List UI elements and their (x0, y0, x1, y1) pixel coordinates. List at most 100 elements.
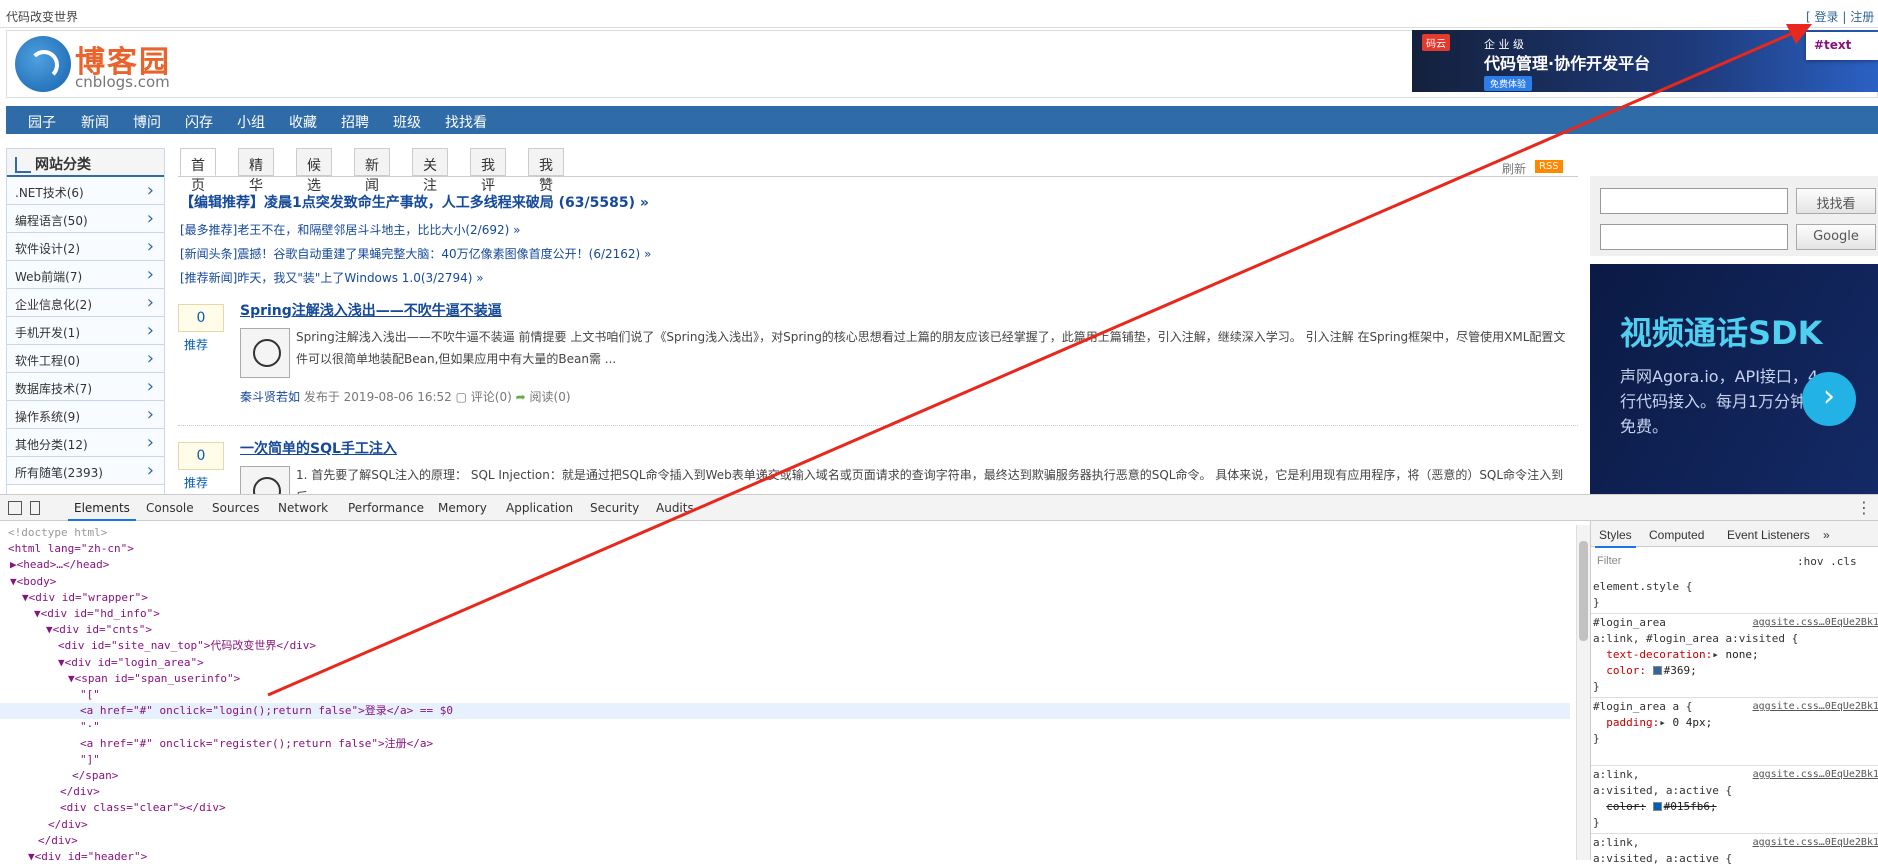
nav-fav[interactable]: 收藏 (289, 112, 317, 132)
rule-source-link[interactable]: aggsite.css…0EqUe2Bk1 (1753, 615, 1878, 631)
google-search-input[interactable] (1600, 224, 1788, 250)
sidebar-item[interactable]: 软件设计(2) (7, 233, 164, 261)
nav-yuanzi[interactable]: 园子 (28, 112, 56, 132)
site-search-input[interactable] (1600, 188, 1788, 214)
post-title[interactable]: Spring注解浅入浅出——不吹牛逼不装逼 (240, 300, 502, 320)
tab-elements[interactable]: Elements (68, 501, 136, 521)
nav-class[interactable]: 班级 (393, 112, 421, 132)
rule-source-link[interactable]: aggsite.css…0EqUe2Bk1 (1753, 767, 1878, 783)
sidebar-item[interactable]: Web前端(7) (7, 261, 164, 289)
tab-security[interactable]: Security (590, 501, 639, 515)
dom-node-selected[interactable]: <a href="#" onclick="login();return fals… (0, 703, 1570, 720)
nav-ask[interactable]: 博问 (133, 112, 161, 132)
more-options-icon[interactable]: ⋮ (1856, 498, 1872, 517)
device-toolbar-icon[interactable] (30, 501, 40, 515)
post-comments[interactable]: 评论(0) (471, 390, 512, 404)
author-avatar[interactable] (240, 328, 290, 378)
more-tabs-icon[interactable]: » (1823, 528, 1830, 542)
dom-node[interactable]: ▶<head>…</head> (0, 557, 109, 573)
sidebar-item[interactable]: .NET技术(6) (7, 177, 164, 205)
nav-ing[interactable]: 闪存 (185, 112, 213, 132)
tab-network[interactable]: Network (278, 501, 328, 515)
expand-icon[interactable]: ▸ (1712, 648, 1719, 661)
dom-node[interactable]: "]" (0, 752, 100, 768)
post-author[interactable]: 秦斗贤若如 (240, 390, 300, 404)
sidebar-item[interactable]: 操作系统(9) (7, 401, 164, 429)
recommend-button[interactable]: 推荐 (184, 474, 208, 491)
rss-icon[interactable]: RSS (1535, 160, 1563, 173)
dom-node[interactable]: <a href="#" onclick="register();return f… (0, 736, 433, 752)
ad-button[interactable]: 免费体验 (1484, 76, 1533, 91)
sidebar-ad[interactable]: 视频通话SDK 声网Agora.io，API接口，4行代码接入。每月1万分钟免费… (1590, 264, 1878, 494)
css-value[interactable]: #015fb6; (1664, 800, 1717, 813)
digg-count[interactable]: 0 (178, 304, 224, 332)
nav-group[interactable]: 小组 (237, 112, 265, 132)
tab-home[interactable]: 首页 (180, 148, 216, 194)
digg-count[interactable]: 0 (178, 442, 224, 470)
google-search-button[interactable]: Google (1796, 224, 1876, 250)
tab-my-likes[interactable]: 我赞 (528, 148, 564, 194)
inspect-icon[interactable] (8, 501, 22, 515)
tab-event-listeners[interactable]: Event Listeners (1727, 528, 1810, 542)
css-property[interactable]: text-decoration: (1606, 648, 1712, 661)
nav-search[interactable]: 找找看 (445, 112, 487, 132)
arrow-right-icon[interactable]: › (1802, 372, 1856, 426)
site-search-button[interactable]: 找找看 (1796, 188, 1876, 214)
sidebar-item[interactable]: 其他分类(12) (7, 429, 164, 457)
rule-source-link[interactable]: aggsite.css…0EqUe2Bk1 (1753, 699, 1878, 715)
tab-sources[interactable]: Sources (212, 501, 259, 515)
tab-follow[interactable]: 关注 (412, 148, 448, 194)
news-link[interactable]: [新闻头条]震撼！谷歌自动重建了果蝇完整大脑：40万亿像素图像首度公开！(6/2… (180, 245, 651, 262)
register-link[interactable]: 注册 (1850, 10, 1874, 24)
dom-node[interactable]: <html lang="zh-cn"> (0, 541, 134, 557)
tab-computed[interactable]: Computed (1649, 528, 1704, 542)
tab-my-comments[interactable]: 我评 (470, 148, 506, 194)
tab-application[interactable]: Application (506, 501, 573, 515)
sidebar-item[interactable]: 数据库技术(7) (7, 373, 164, 401)
sidebar-item[interactable]: 编程语言(50) (7, 205, 164, 233)
news-link[interactable]: [推荐新闻]昨天，我又"装"上了Windows 1.0(3/2794) » (180, 269, 484, 286)
tab-performance[interactable]: Performance (348, 501, 424, 515)
dom-node[interactable]: ▼<div id="login_area"> (0, 655, 204, 671)
nav-jobs[interactable]: 招聘 (341, 112, 369, 132)
tab-news[interactable]: 新闻 (354, 148, 390, 194)
sidebar-item[interactable]: 企业信息化(2) (7, 289, 164, 317)
tab-styles[interactable]: Styles (1595, 528, 1636, 548)
author-avatar[interactable] (240, 466, 290, 494)
color-swatch[interactable] (1652, 802, 1662, 811)
post-views[interactable]: 阅读(0) (530, 390, 571, 404)
post-title[interactable]: 一次简单的SQL手工注入 (240, 438, 397, 458)
rule-source-link[interactable]: aggsite.css…0EqUe2Bk1 (1753, 835, 1878, 851)
refresh-link[interactable]: 刷新 (1502, 160, 1526, 177)
css-value[interactable]: 0 4px; (1672, 716, 1712, 729)
login-link[interactable]: 登录 (1815, 10, 1839, 24)
dom-node[interactable]: </span> (0, 768, 118, 784)
dom-node[interactable]: ▼<div id="header"> (0, 849, 147, 865)
css-value[interactable]: none; (1725, 648, 1758, 661)
dom-node[interactable]: "·" (0, 719, 100, 735)
dom-node[interactable]: </div> (0, 833, 78, 849)
css-property[interactable]: color: (1606, 800, 1646, 813)
tab-candidate[interactable]: 候选 (296, 148, 332, 194)
dom-node[interactable]: <!doctype html> (0, 525, 107, 541)
color-swatch[interactable] (1652, 666, 1662, 675)
tab-audits[interactable]: Audits (656, 501, 694, 515)
sidebar-item[interactable]: 手机开发(1) (7, 317, 164, 345)
cnblogs-logo-icon[interactable] (15, 36, 71, 92)
css-property[interactable]: color: (1606, 664, 1646, 677)
dom-node[interactable]: <div class="clear"></div> (0, 800, 226, 816)
tab-pick[interactable]: 精华 (238, 148, 274, 194)
css-property[interactable]: padding: (1606, 716, 1659, 729)
scroll-thumb[interactable] (1579, 541, 1588, 641)
tab-console[interactable]: Console (146, 501, 194, 515)
expand-icon[interactable]: ▸ (1659, 716, 1666, 729)
recommend-button[interactable]: 推荐 (184, 336, 208, 353)
sidebar-item[interactable]: 软件工程(0) (7, 345, 164, 373)
dom-node[interactable]: ▼<div id="wrapper"> (0, 590, 148, 606)
nav-news[interactable]: 新闻 (81, 112, 109, 132)
dom-node[interactable]: ▼<span id="span_userinfo"> (0, 671, 240, 687)
dom-node[interactable]: ▼<div id="hd_info"> (0, 606, 160, 622)
css-value[interactable]: #369; (1664, 664, 1697, 677)
hov-cls-toggle[interactable]: :hov .cls (1797, 555, 1857, 568)
styles-filter-input[interactable]: Filter (1597, 553, 1787, 571)
